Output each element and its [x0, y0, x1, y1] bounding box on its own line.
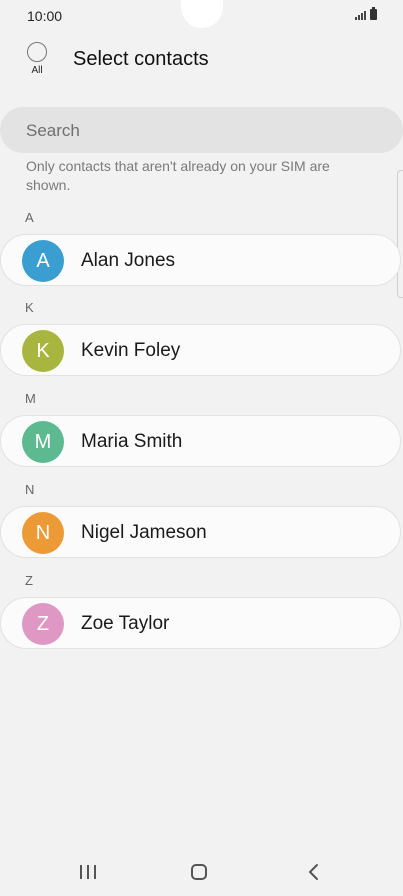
section-header-n: N	[25, 482, 35, 497]
section-header-z: Z	[25, 573, 33, 588]
contact-item-alan-jones[interactable]: A Alan Jones	[0, 234, 401, 286]
avatar: N	[22, 512, 64, 554]
search-input[interactable]: Search	[0, 107, 403, 153]
contact-name: Zoe Taylor	[81, 613, 170, 634]
contact-name: Maria Smith	[81, 431, 183, 452]
select-all-label: All	[31, 65, 43, 76]
status-bar: 10:00	[0, 0, 403, 32]
contact-name: Kevin Foley	[81, 340, 181, 361]
avatar: K	[22, 330, 64, 372]
avatar: A	[22, 240, 64, 282]
section-header-a: A	[25, 210, 34, 225]
section-header-k: K	[25, 300, 34, 315]
status-time: 10:00	[27, 8, 63, 24]
contact-name: Alan Jones	[81, 250, 176, 271]
avatar: Z	[22, 603, 64, 645]
contact-item-maria-smith[interactable]: M Maria Smith	[0, 415, 401, 467]
battery-icon	[370, 7, 377, 20]
contact-item-nigel-jameson[interactable]: N Nigel Jameson	[0, 506, 401, 558]
home-icon[interactable]	[191, 864, 207, 880]
back-icon[interactable]	[305, 863, 323, 881]
status-icons	[355, 7, 377, 20]
info-note: Only contacts that aren't already on you…	[26, 158, 330, 193]
section-header-m: M	[25, 391, 36, 406]
avatar: M	[22, 421, 64, 463]
recents-icon[interactable]	[80, 865, 96, 879]
camera-notch	[181, 0, 223, 28]
signal-icon	[355, 10, 366, 20]
contact-name: Nigel Jameson	[81, 522, 207, 543]
fast-scroll-handle[interactable]	[397, 170, 403, 298]
navigation-bar	[0, 848, 403, 896]
search-placeholder: Search	[26, 121, 80, 140]
page-title: Select contacts	[73, 48, 209, 70]
contact-item-zoe-taylor[interactable]: Z Zoe Taylor	[0, 597, 401, 649]
checkbox-circle-icon	[27, 42, 47, 62]
select-all-checkbox[interactable]: All	[26, 42, 48, 76]
contact-item-kevin-foley[interactable]: K Kevin Foley	[0, 324, 401, 376]
